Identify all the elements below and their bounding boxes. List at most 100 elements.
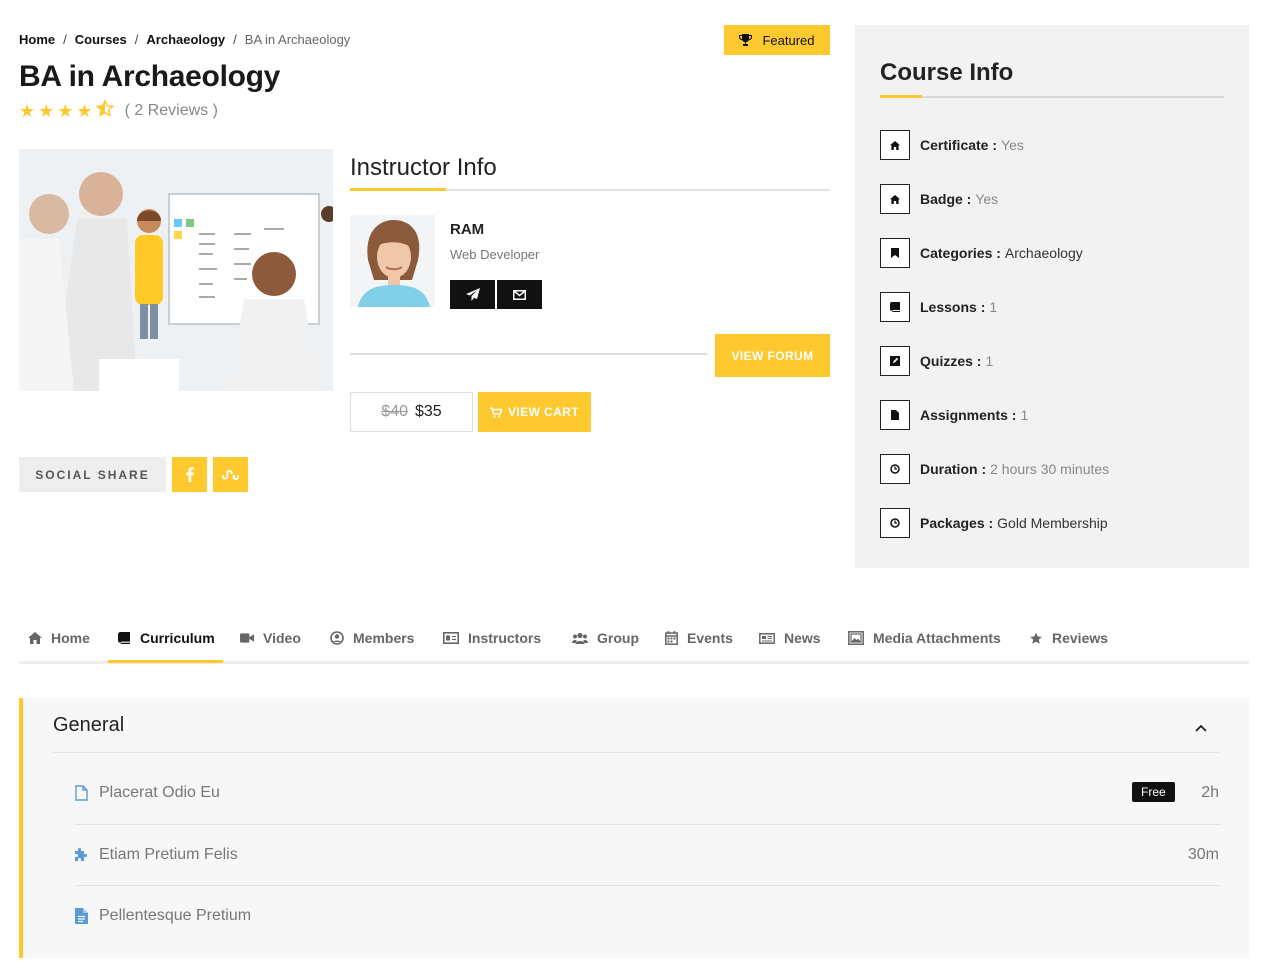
bookmark-icon	[880, 238, 910, 268]
reviews-count[interactable]: ( 2 Reviews )	[125, 102, 218, 120]
clock-icon	[880, 454, 910, 484]
tab-events[interactable]: Events	[664, 615, 733, 661]
email-button[interactable]	[497, 280, 542, 309]
original-price: $40	[381, 403, 408, 420]
lesson-item[interactable]: Etiam Pretium Felis	[73, 846, 238, 864]
active-tab-indicator	[108, 660, 223, 663]
featured-label: Featured	[762, 32, 815, 48]
send-message-button[interactable]	[450, 280, 495, 309]
sale-price: $35	[415, 403, 442, 420]
divider	[75, 885, 1221, 886]
divider	[75, 824, 1221, 825]
image-icon	[848, 631, 864, 645]
star-full-icon: ★	[76, 100, 93, 121]
section-title[interactable]: General	[53, 714, 124, 737]
tab-members[interactable]: Members	[330, 615, 414, 661]
stumbleupon-share-button[interactable]	[213, 457, 248, 492]
instructor-name[interactable]: RAM	[450, 221, 484, 238]
lesson-item[interactable]: Pellentesque Pretium	[73, 907, 251, 925]
star-full-icon: ★	[38, 100, 55, 121]
tab-home[interactable]: Home	[28, 615, 90, 661]
star-full-icon: ★	[19, 100, 36, 121]
edit-icon	[880, 346, 910, 376]
tab-reviews[interactable]: Reviews	[1029, 615, 1108, 661]
breadcrumb-current: BA in Archaeology	[244, 32, 351, 47]
heading-accent	[880, 95, 922, 98]
tab-curriculum[interactable]: Curriculum	[117, 615, 215, 661]
breadcrumb-separator: /	[233, 32, 237, 47]
price-box: $40 $35	[350, 392, 473, 432]
file-icon	[880, 400, 910, 430]
curriculum-section: General Placerat Odio Eu Free 2h Etiam P…	[19, 698, 1249, 958]
divider	[350, 353, 707, 355]
cart-icon	[490, 406, 503, 418]
divider	[880, 96, 1224, 98]
home-icon	[880, 184, 910, 214]
file-outline-icon	[73, 784, 89, 802]
info-packages: Packages : Gold Membership	[880, 508, 1108, 538]
book-icon	[880, 292, 910, 322]
puzzle-icon	[73, 846, 89, 864]
view-cart-button[interactable]: VIEW CART	[478, 392, 591, 432]
lesson-title: Placerat Odio Eu	[99, 784, 220, 801]
info-duration: Duration : 2 hours 30 minutes	[880, 454, 1109, 484]
lesson-title: Pellentesque Pretium	[99, 907, 252, 924]
star-rating: ★ ★ ★ ★ ( 2 Reviews )	[19, 98, 218, 121]
clock-icon	[880, 508, 910, 538]
avatar[interactable]	[350, 215, 435, 307]
video-icon	[240, 631, 254, 645]
tab-instructors[interactable]: Instructors	[443, 615, 541, 661]
course-image	[19, 149, 333, 391]
tab-media-attachments[interactable]: Media Attachments	[848, 615, 1001, 661]
info-assignments: Assignments : 1	[880, 400, 1028, 430]
home-icon	[880, 130, 910, 160]
users-icon	[572, 631, 588, 645]
breadcrumb: Home / Courses / Archaeology / BA in Arc…	[19, 32, 350, 47]
breadcrumb-separator: /	[134, 32, 139, 47]
info-categories: Categories : Archaeology	[880, 238, 1083, 268]
breadcrumb-separator: /	[63, 32, 67, 47]
lesson-title: Etiam Pretium Felis	[99, 846, 238, 863]
trophy-icon	[739, 34, 753, 46]
paper-plane-icon	[465, 288, 480, 301]
info-quizzes: Quizzes : 1	[880, 346, 993, 376]
category-link[interactable]: Archaeology	[1005, 245, 1083, 261]
info-badge: Badge : Yes	[880, 184, 998, 214]
tab-group[interactable]: Group	[572, 615, 639, 661]
info-certificate: Certificate : Yes	[880, 130, 1024, 160]
heading-accent	[350, 188, 446, 191]
breadcrumb-courses[interactable]: Courses	[75, 32, 127, 47]
tab-news[interactable]: News	[759, 615, 821, 661]
calendar-icon	[664, 631, 678, 645]
star-half-icon	[94, 98, 115, 121]
file-text-icon	[73, 907, 89, 925]
lesson-item[interactable]: Placerat Odio Eu	[73, 784, 220, 802]
home-icon	[28, 631, 42, 645]
tab-video[interactable]: Video	[240, 615, 301, 661]
course-info-panel: Course Info Certificate : Yes Badge : Ye…	[855, 25, 1249, 568]
facebook-icon	[185, 467, 194, 482]
lesson-duration: 30m	[1187, 846, 1219, 863]
breadcrumb-category[interactable]: Archaeology	[146, 32, 225, 47]
page-title: BA in Archaeology	[19, 60, 281, 93]
view-forum-button[interactable]: VIEW FORUM	[715, 334, 830, 377]
star-full-icon: ★	[57, 100, 74, 121]
facebook-share-button[interactable]	[172, 457, 207, 492]
divider	[53, 752, 1219, 753]
info-lessons: Lessons : 1	[880, 292, 997, 322]
package-link[interactable]: Gold Membership	[997, 515, 1108, 531]
star-icon	[1029, 631, 1043, 645]
stumbleupon-icon	[222, 469, 239, 480]
newspaper-icon	[759, 631, 775, 645]
envelope-icon	[513, 289, 526, 300]
chevron-up-icon[interactable]	[1193, 720, 1209, 736]
featured-badge: Featured	[724, 25, 830, 55]
course-tabs: Home Curriculum Video Members Instructor…	[19, 615, 1249, 664]
book-icon	[117, 631, 131, 645]
instructor-heading: Instructor Info	[350, 154, 497, 181]
breadcrumb-home[interactable]: Home	[19, 32, 55, 47]
id-card-icon	[443, 631, 459, 645]
instructor-role: Web Developer	[450, 247, 540, 262]
course-info-heading: Course Info	[880, 59, 1014, 86]
lesson-duration: 2h	[1201, 784, 1219, 801]
